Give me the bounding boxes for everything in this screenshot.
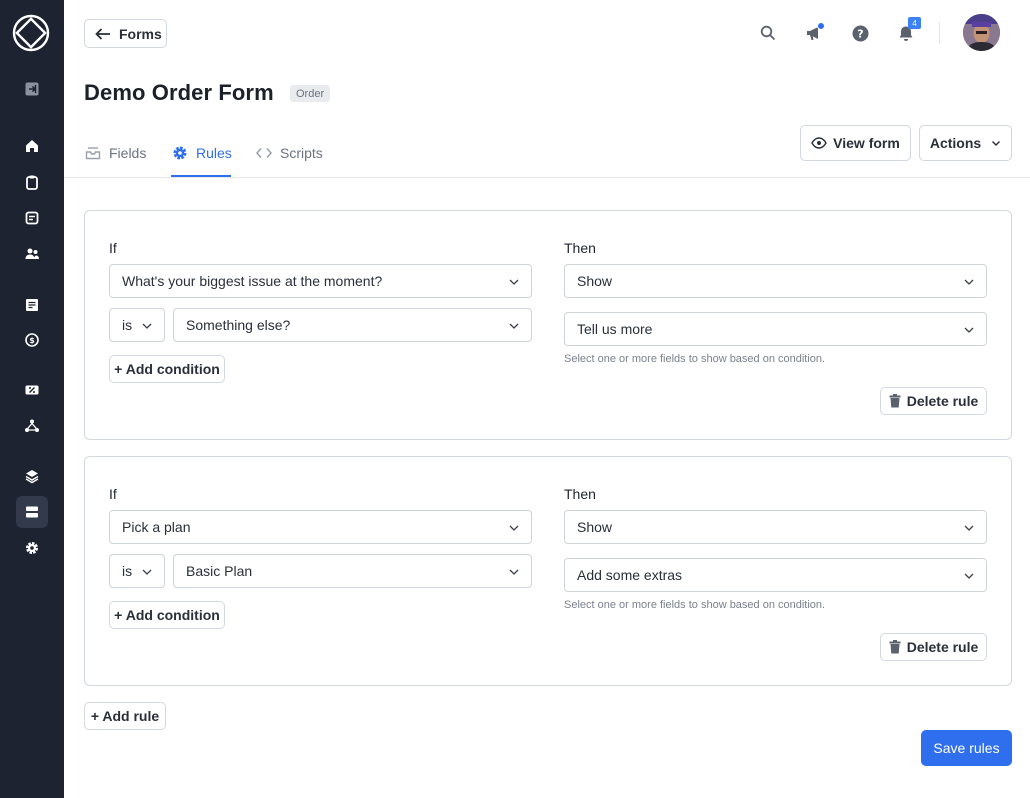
billing-icon[interactable]: $ <box>16 324 48 356</box>
condition-field-value: What's your biggest issue at the moment? <box>122 273 383 289</box>
announcement-dot <box>817 22 825 30</box>
action-value: Show <box>577 519 613 535</box>
integrations-icon[interactable] <box>16 410 48 442</box>
if-label: If <box>109 240 117 256</box>
condition-operator-value: is <box>122 317 133 333</box>
chevron-down-icon <box>142 569 152 575</box>
chevron-down-icon <box>142 323 152 329</box>
add-rule-button[interactable]: + Add rule <box>84 702 166 730</box>
action-select[interactable]: Show <box>564 264 987 298</box>
target-fields-help: Select one or more fields to show based … <box>564 353 826 365</box>
clipboard-icon[interactable] <box>16 166 48 198</box>
tab-fields[interactable]: Fields <box>85 143 146 163</box>
search-icon[interactable] <box>757 22 779 44</box>
layers-icon[interactable] <box>16 460 48 492</box>
target-fields-value: Tell us more <box>577 321 653 337</box>
chevron-down-icon <box>964 279 974 285</box>
delete-rule-label: Delete rule <box>906 393 979 409</box>
code-icon <box>256 148 272 158</box>
actions-label: Actions <box>929 135 982 151</box>
rule-card: If What's your biggest issue at the mome… <box>84 210 1012 440</box>
target-fields-value: Add some extras <box>577 567 683 583</box>
chevron-down-icon <box>509 279 519 285</box>
inbox-icon <box>85 147 101 160</box>
help-icon[interactable]: ? <box>849 22 871 44</box>
chevron-down-icon <box>964 573 974 579</box>
view-form-button[interactable]: View form <box>800 125 911 161</box>
svg-text:$: $ <box>29 336 35 345</box>
target-fields-select[interactable]: Add some extras <box>564 558 987 592</box>
page-title: Demo Order Form <box>84 80 274 105</box>
form-type-badge: Order <box>290 85 331 102</box>
back-to-forms-button[interactable]: Forms <box>84 19 167 48</box>
users-icon[interactable] <box>16 238 48 270</box>
if-label: If <box>109 486 117 502</box>
receipt-icon[interactable] <box>16 289 48 321</box>
chevron-down-icon <box>509 323 519 329</box>
trash-icon <box>889 640 901 654</box>
condition-value: Something else? <box>186 317 291 333</box>
condition-value: Basic Plan <box>186 563 253 579</box>
chevron-down-icon <box>509 569 519 575</box>
eye-icon <box>811 137 827 149</box>
delete-rule-label: Delete rule <box>906 639 979 655</box>
condition-value-select[interactable]: Something else? <box>173 308 532 342</box>
tab-scripts[interactable]: Scripts <box>256 143 323 163</box>
condition-operator-select[interactable]: is <box>109 308 165 342</box>
then-label: Then <box>564 486 596 502</box>
header-divider <box>939 22 940 44</box>
chevron-down-icon <box>509 525 519 531</box>
actions-dropdown-button[interactable]: Actions <box>919 125 1012 161</box>
chevron-down-icon <box>992 141 1001 146</box>
condition-value-select[interactable]: Basic Plan <box>173 554 532 588</box>
sidebar: $ <box>0 0 64 798</box>
action-value: Show <box>577 273 613 289</box>
trash-icon <box>889 394 901 408</box>
discount-icon[interactable] <box>16 374 48 406</box>
tab-rules[interactable]: Rules <box>172 143 232 163</box>
arrow-left-icon <box>95 27 110 40</box>
user-avatar[interactable] <box>963 14 1000 51</box>
action-select[interactable]: Show <box>564 510 987 544</box>
settings-icon[interactable] <box>16 532 48 564</box>
delete-rule-button[interactable]: Delete rule <box>880 387 987 415</box>
forms-icon[interactable] <box>16 496 48 528</box>
delete-rule-button[interactable]: Delete rule <box>880 633 987 661</box>
add-condition-button[interactable]: + Add condition <box>109 355 225 383</box>
tabs-divider <box>64 177 1030 178</box>
gear-icon <box>173 146 187 160</box>
condition-operator-value: is <box>122 563 133 579</box>
tab-scripts-label: Scripts <box>280 145 323 161</box>
then-label: Then <box>564 240 596 256</box>
condition-field-select[interactable]: Pick a plan <box>109 510 532 544</box>
rule-card: If Pick a plan is Basic Plan + Add condi… <box>84 456 1012 686</box>
save-rules-button[interactable]: Save rules <box>921 730 1012 766</box>
document-icon[interactable] <box>16 202 48 234</box>
back-button-label: Forms <box>119 25 162 42</box>
add-condition-button[interactable]: + Add condition <box>109 601 225 629</box>
condition-operator-select[interactable]: is <box>109 554 165 588</box>
tab-fields-label: Fields <box>109 145 147 161</box>
target-fields-select[interactable]: Tell us more <box>564 312 987 346</box>
chevron-down-icon <box>964 327 974 333</box>
svg-text:?: ? <box>857 27 863 40</box>
condition-field-select[interactable]: What's your biggest issue at the moment? <box>109 264 532 298</box>
expand-sidebar-icon[interactable] <box>16 73 48 105</box>
condition-field-value: Pick a plan <box>122 519 191 535</box>
view-form-label: View form <box>833 135 900 151</box>
logo-icon[interactable] <box>12 14 50 52</box>
target-fields-help: Select one or more fields to show based … <box>564 599 826 611</box>
chevron-down-icon <box>964 525 974 531</box>
home-icon[interactable] <box>16 130 48 162</box>
tab-rules-label: Rules <box>196 145 232 161</box>
notification-count-badge: 4 <box>908 17 921 29</box>
